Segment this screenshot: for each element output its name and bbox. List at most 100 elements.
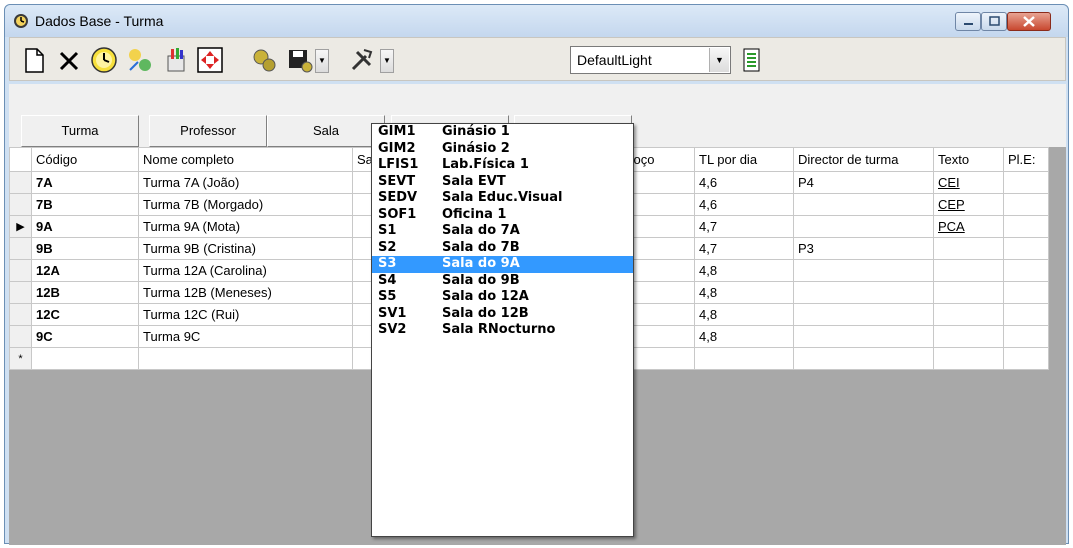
cell-name[interactable]: Turma 9B (Cristina) bbox=[138, 237, 353, 260]
cell-tl[interactable]: 4,6 bbox=[694, 193, 794, 216]
dropdown-option[interactable]: S4 Sala do 9B bbox=[372, 273, 633, 290]
cell-texto[interactable]: CEP bbox=[933, 193, 1004, 216]
cell-tl[interactable]: 4,7 bbox=[694, 237, 794, 260]
clock-icon[interactable] bbox=[90, 46, 118, 74]
row-indicator[interactable] bbox=[9, 259, 32, 282]
dropdown-option[interactable]: S5 Sala do 12A bbox=[372, 289, 633, 306]
dropdown-option[interactable]: GIM2 Ginásio 2 bbox=[372, 141, 633, 158]
cell-ple[interactable] bbox=[1003, 215, 1049, 238]
tools-dropdown-arrow[interactable]: ▼ bbox=[380, 49, 394, 73]
cell-name[interactable]: Turma 9A (Mota) bbox=[138, 215, 353, 238]
list-icon[interactable] bbox=[738, 46, 766, 74]
cell-ple[interactable] bbox=[1003, 259, 1049, 282]
theme-select[interactable]: DefaultLight ▼ bbox=[570, 46, 731, 74]
dropdown-option[interactable]: S3 Sala do 9A bbox=[372, 256, 633, 273]
fit-arrows-icon[interactable] bbox=[196, 46, 224, 74]
cell-texto[interactable]: PCA bbox=[933, 215, 1004, 238]
row-indicator[interactable] bbox=[9, 171, 32, 194]
row-indicator[interactable] bbox=[9, 325, 32, 348]
cell-name[interactable]: Turma 12C (Rui) bbox=[138, 303, 353, 326]
cell-code[interactable]: 9B bbox=[31, 237, 139, 260]
cell-ple[interactable] bbox=[1003, 193, 1049, 216]
cell-code[interactable]: 9C bbox=[31, 325, 139, 348]
dropdown-option[interactable]: SOF1 Oficina 1 bbox=[372, 207, 633, 224]
column-header[interactable]: Pl.E: bbox=[1003, 147, 1049, 172]
row-indicator[interactable]: ▶ bbox=[9, 215, 32, 238]
swap-people-icon[interactable] bbox=[126, 46, 154, 74]
cell-ple[interactable] bbox=[1003, 347, 1049, 370]
cell-code[interactable]: 9A bbox=[31, 215, 139, 238]
dropdown-option[interactable]: SV2 Sala RNocturno bbox=[372, 322, 633, 339]
minimize-button[interactable] bbox=[955, 12, 981, 31]
maximize-button[interactable] bbox=[981, 12, 1007, 31]
cell-director[interactable] bbox=[793, 215, 934, 238]
cell-tl[interactable]: 4,8 bbox=[694, 325, 794, 348]
dropdown-option[interactable]: S2 Sala do 7B bbox=[372, 240, 633, 257]
cell-code[interactable]: 7B bbox=[31, 193, 139, 216]
cell-ple[interactable] bbox=[1003, 237, 1049, 260]
column-header[interactable]: Director de turma bbox=[793, 147, 934, 172]
row-indicator[interactable] bbox=[9, 193, 32, 216]
cell-ple[interactable] bbox=[1003, 325, 1049, 348]
cell-code[interactable]: 7A bbox=[31, 171, 139, 194]
column-header[interactable]: TL por dia bbox=[694, 147, 794, 172]
cell-ple[interactable] bbox=[1003, 303, 1049, 326]
cell-texto[interactable]: CEI bbox=[933, 171, 1004, 194]
tools-icon[interactable] bbox=[348, 46, 376, 74]
cell-name[interactable]: Turma 12A (Carolina) bbox=[138, 259, 353, 282]
cell-tl[interactable]: 4,6 bbox=[694, 171, 794, 194]
cell-director[interactable] bbox=[793, 281, 934, 304]
cell-director[interactable] bbox=[793, 303, 934, 326]
delete-icon[interactable] bbox=[55, 46, 83, 74]
cell-director[interactable] bbox=[793, 325, 934, 348]
cell-name[interactable]: Turma 7A (João) bbox=[138, 171, 353, 194]
cell-name[interactable]: Turma 9C bbox=[138, 325, 353, 348]
cell-ple[interactable] bbox=[1003, 171, 1049, 194]
cell-tl[interactable]: 4,8 bbox=[694, 259, 794, 282]
cell-name[interactable]: Turma 7B (Morgado) bbox=[138, 193, 353, 216]
column-header[interactable]: Código bbox=[31, 147, 139, 172]
column-header[interactable]: Nome completo bbox=[138, 147, 353, 172]
save-icon[interactable] bbox=[286, 46, 314, 74]
save-dropdown-arrow[interactable]: ▼ bbox=[315, 49, 329, 73]
cell-texto[interactable] bbox=[933, 237, 1004, 260]
cell-tl[interactable]: 4,8 bbox=[694, 281, 794, 304]
cell-tl[interactable] bbox=[694, 347, 794, 370]
row-indicator[interactable]: * bbox=[9, 347, 32, 370]
cell-texto[interactable] bbox=[933, 325, 1004, 348]
dropdown-option[interactable]: GIM1 Ginásio 1 bbox=[372, 124, 633, 141]
cell-code[interactable]: 12C bbox=[31, 303, 139, 326]
cell-code[interactable]: 12A bbox=[31, 259, 139, 282]
cell-tl[interactable]: 4,8 bbox=[694, 303, 794, 326]
tab-professor[interactable]: Professor bbox=[149, 115, 267, 147]
dropdown-option[interactable]: SV1 Sala do 12B bbox=[372, 306, 633, 323]
column-header[interactable]: Texto bbox=[933, 147, 1004, 172]
dropdown-option[interactable]: LFIS1 Lab.Física 1 bbox=[372, 157, 633, 174]
close-button[interactable] bbox=[1007, 12, 1051, 31]
cell-texto[interactable] bbox=[933, 259, 1004, 282]
dropdown-option[interactable]: S1 Sala do 7A bbox=[372, 223, 633, 240]
cell-director[interactable] bbox=[793, 193, 934, 216]
cell-texto[interactable] bbox=[933, 347, 1004, 370]
tab-turma[interactable]: Turma bbox=[21, 115, 139, 147]
cell-director[interactable] bbox=[793, 347, 934, 370]
cell-code[interactable] bbox=[31, 347, 139, 370]
paint-brush-icon[interactable] bbox=[162, 46, 190, 74]
cell-tl[interactable]: 4,7 bbox=[694, 215, 794, 238]
gears-icon[interactable] bbox=[250, 46, 278, 74]
cell-texto[interactable] bbox=[933, 303, 1004, 326]
row-indicator[interactable] bbox=[9, 281, 32, 304]
cell-code[interactable]: 12B bbox=[31, 281, 139, 304]
new-document-icon[interactable] bbox=[20, 46, 48, 74]
dropdown-option[interactable]: SEDV Sala Educ.Visual bbox=[372, 190, 633, 207]
tab-sala[interactable]: Sala bbox=[267, 115, 385, 147]
cell-name[interactable]: Turma 12B (Meneses) bbox=[138, 281, 353, 304]
row-indicator[interactable] bbox=[9, 237, 32, 260]
cell-ple[interactable] bbox=[1003, 281, 1049, 304]
cell-director[interactable]: P4 bbox=[793, 171, 934, 194]
cell-name[interactable] bbox=[138, 347, 353, 370]
row-indicator[interactable] bbox=[9, 303, 32, 326]
dropdown-option[interactable]: SEVT Sala EVT bbox=[372, 174, 633, 191]
cell-texto[interactable] bbox=[933, 281, 1004, 304]
cell-director[interactable] bbox=[793, 259, 934, 282]
